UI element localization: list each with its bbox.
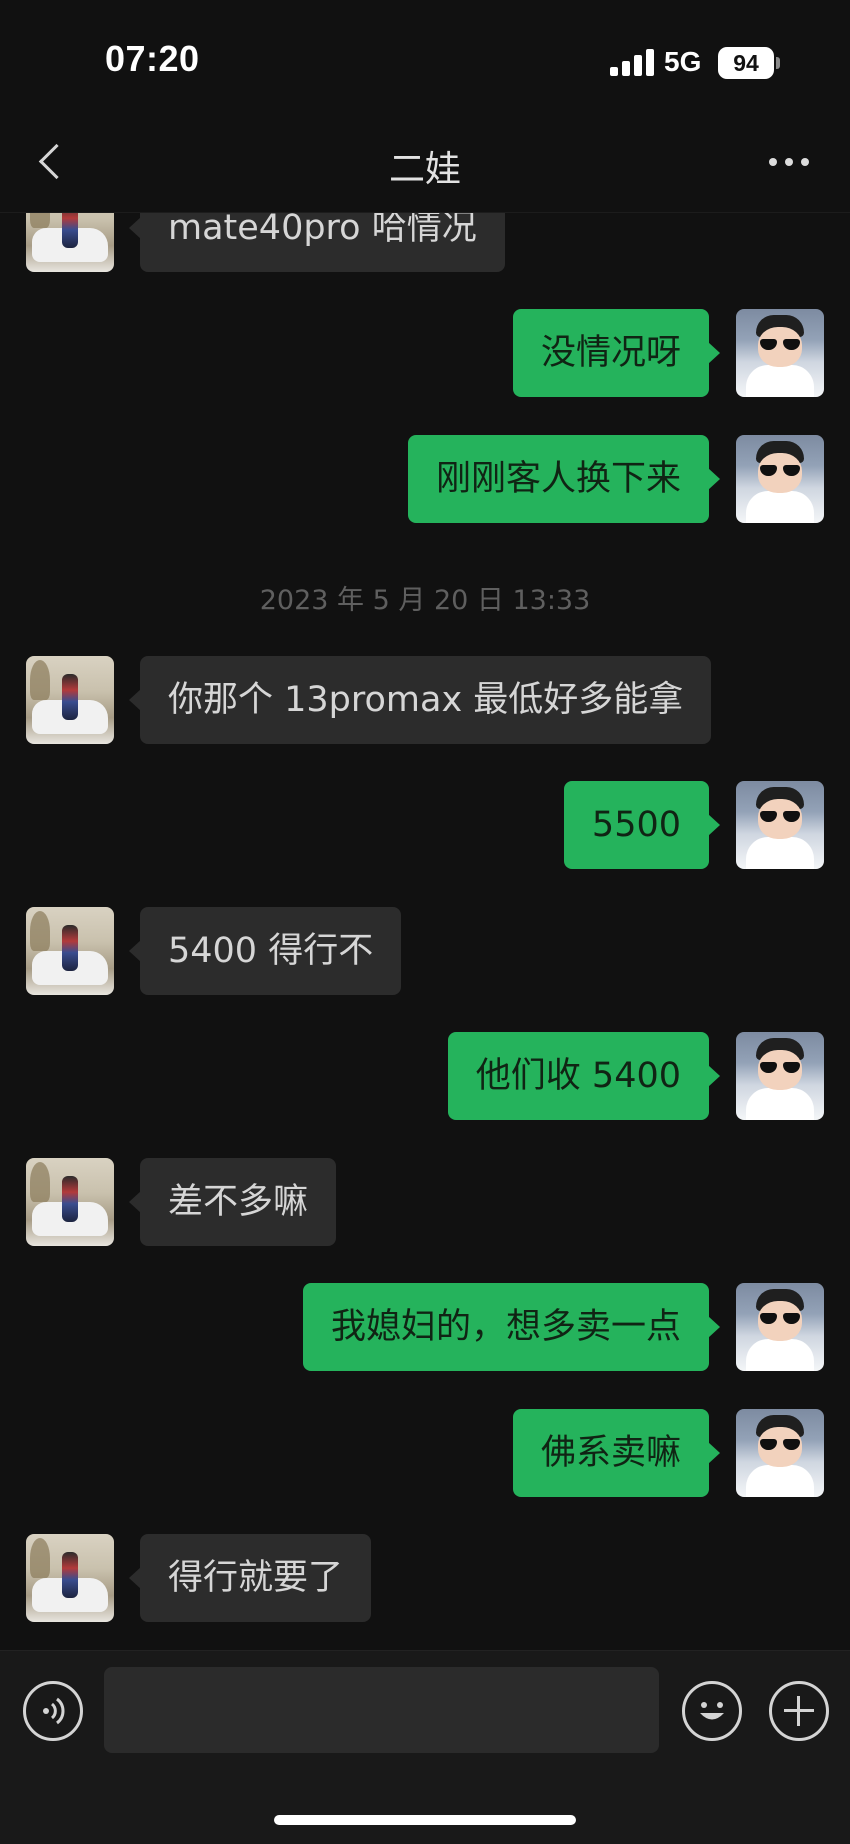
contact-avatar[interactable] bbox=[26, 656, 114, 744]
message-bubble-received[interactable]: 得行就要了 bbox=[128, 1534, 372, 1622]
ellipsis-icon[interactable] bbox=[765, 152, 813, 172]
self-avatar[interactable] bbox=[736, 435, 824, 523]
nav-bar: 二娃 bbox=[0, 112, 850, 213]
message-bubble-sent[interactable]: 我媳妇的，想多卖一点 bbox=[302, 1283, 721, 1371]
message-list[interactable]: mate40pro 哈情况 没情况呀 刚刚客人换下来 2023 年 5 月 20… bbox=[0, 0, 850, 1650]
message-bubble-sent[interactable]: 佛系卖嘛 bbox=[512, 1409, 721, 1497]
message-bubble-received[interactable]: 差不多嘛 bbox=[128, 1158, 337, 1246]
message-timestamp: 2023 年 5 月 20 日 13:33 bbox=[259, 585, 591, 616]
contact-avatar[interactable] bbox=[26, 907, 114, 995]
plus-icon[interactable] bbox=[769, 1681, 829, 1741]
message-bubble-received[interactable]: 5400 得行不 bbox=[128, 907, 402, 995]
contact-avatar[interactable] bbox=[26, 1158, 114, 1246]
message-bubble-sent[interactable]: 他们收 5400 bbox=[447, 1032, 721, 1120]
self-avatar[interactable] bbox=[736, 309, 824, 397]
message-input[interactable] bbox=[104, 1667, 659, 1753]
contact-avatar[interactable] bbox=[26, 1534, 114, 1622]
home-indicator[interactable] bbox=[274, 1815, 576, 1825]
message-bubble-sent[interactable]: 5500 bbox=[563, 781, 721, 869]
message-bubble-sent[interactable]: 没情况呀 bbox=[512, 309, 721, 397]
message-bubble-sent[interactable]: 刚刚客人换下来 bbox=[407, 435, 721, 523]
self-avatar[interactable] bbox=[736, 781, 824, 869]
voice-icon[interactable] bbox=[23, 1681, 83, 1741]
self-avatar[interactable] bbox=[736, 1283, 824, 1371]
emoji-icon[interactable] bbox=[682, 1681, 742, 1741]
self-avatar[interactable] bbox=[736, 1409, 824, 1497]
message-bubble-received[interactable]: 你那个 13promax 最低好多能拿 bbox=[128, 656, 712, 744]
input-bar bbox=[0, 1650, 850, 1844]
self-avatar[interactable] bbox=[736, 1032, 824, 1120]
chat-title: 二娃 bbox=[388, 149, 461, 190]
